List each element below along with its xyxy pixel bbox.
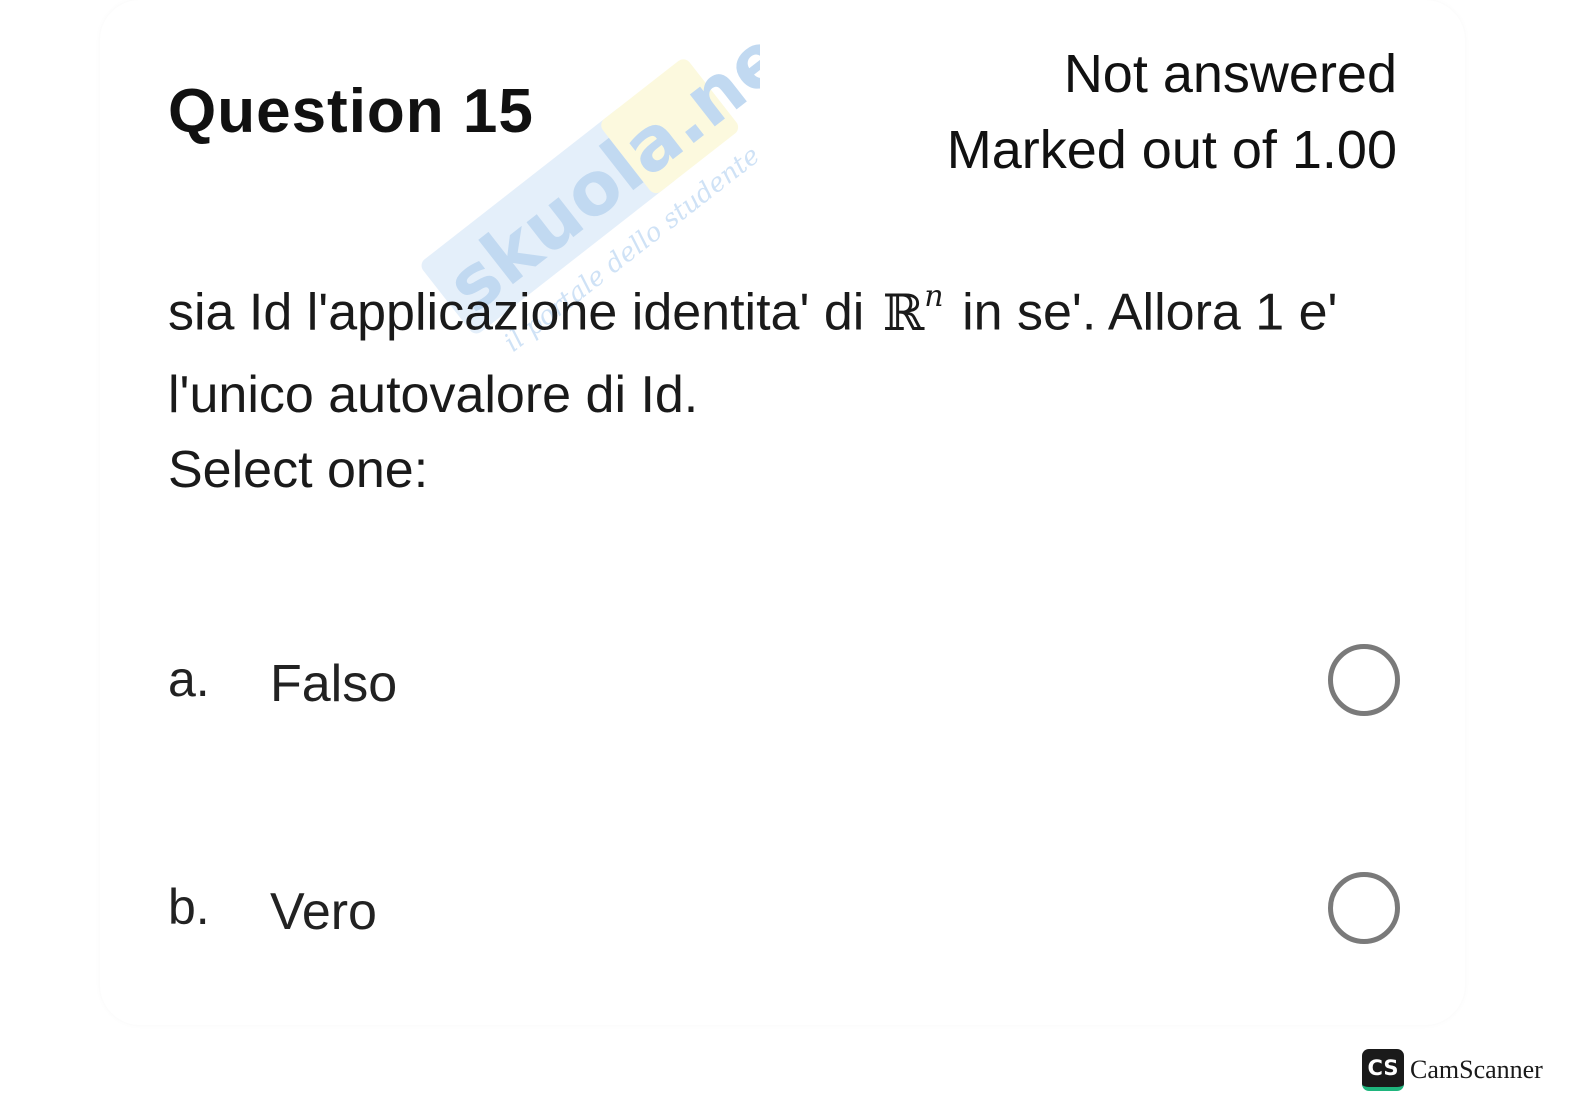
cs-badge-icon: CS (1362, 1049, 1404, 1091)
option-b[interactable]: b. Vero (168, 868, 1400, 968)
option-label: Falso (270, 655, 398, 713)
radio-button-vero[interactable] (1328, 872, 1400, 944)
math-exponent: n (924, 279, 944, 314)
mark-info: Marked out of 1.00 (946, 120, 1397, 180)
page: skuola.net il portale dello studente Que… (0, 0, 1579, 1116)
radio-button-falso[interactable] (1328, 644, 1400, 716)
option-label: Vero (270, 883, 377, 941)
math-symbol: ℝ (882, 283, 925, 342)
option-letter: a. (168, 651, 210, 707)
question-status-block: Not answered Marked out of 1.00 (947, 36, 1397, 188)
camscanner-label: CamScanner (1410, 1055, 1543, 1084)
option-letter: b. (168, 879, 210, 935)
select-one-prompt: Select one: (168, 441, 429, 499)
question-text: sia Id l'applicazione identita' di ℝn in… (168, 262, 1398, 436)
question-text-part-1: sia Id l'applicazione identita' di (168, 283, 879, 342)
answer-status: Not answered (1063, 44, 1397, 104)
math-real-space: ℝn (882, 279, 944, 342)
camscanner-logo: CS CamScanner (1362, 1049, 1543, 1091)
option-a[interactable]: a. Falso (168, 640, 1400, 740)
question-title: Question 15 (168, 77, 534, 146)
